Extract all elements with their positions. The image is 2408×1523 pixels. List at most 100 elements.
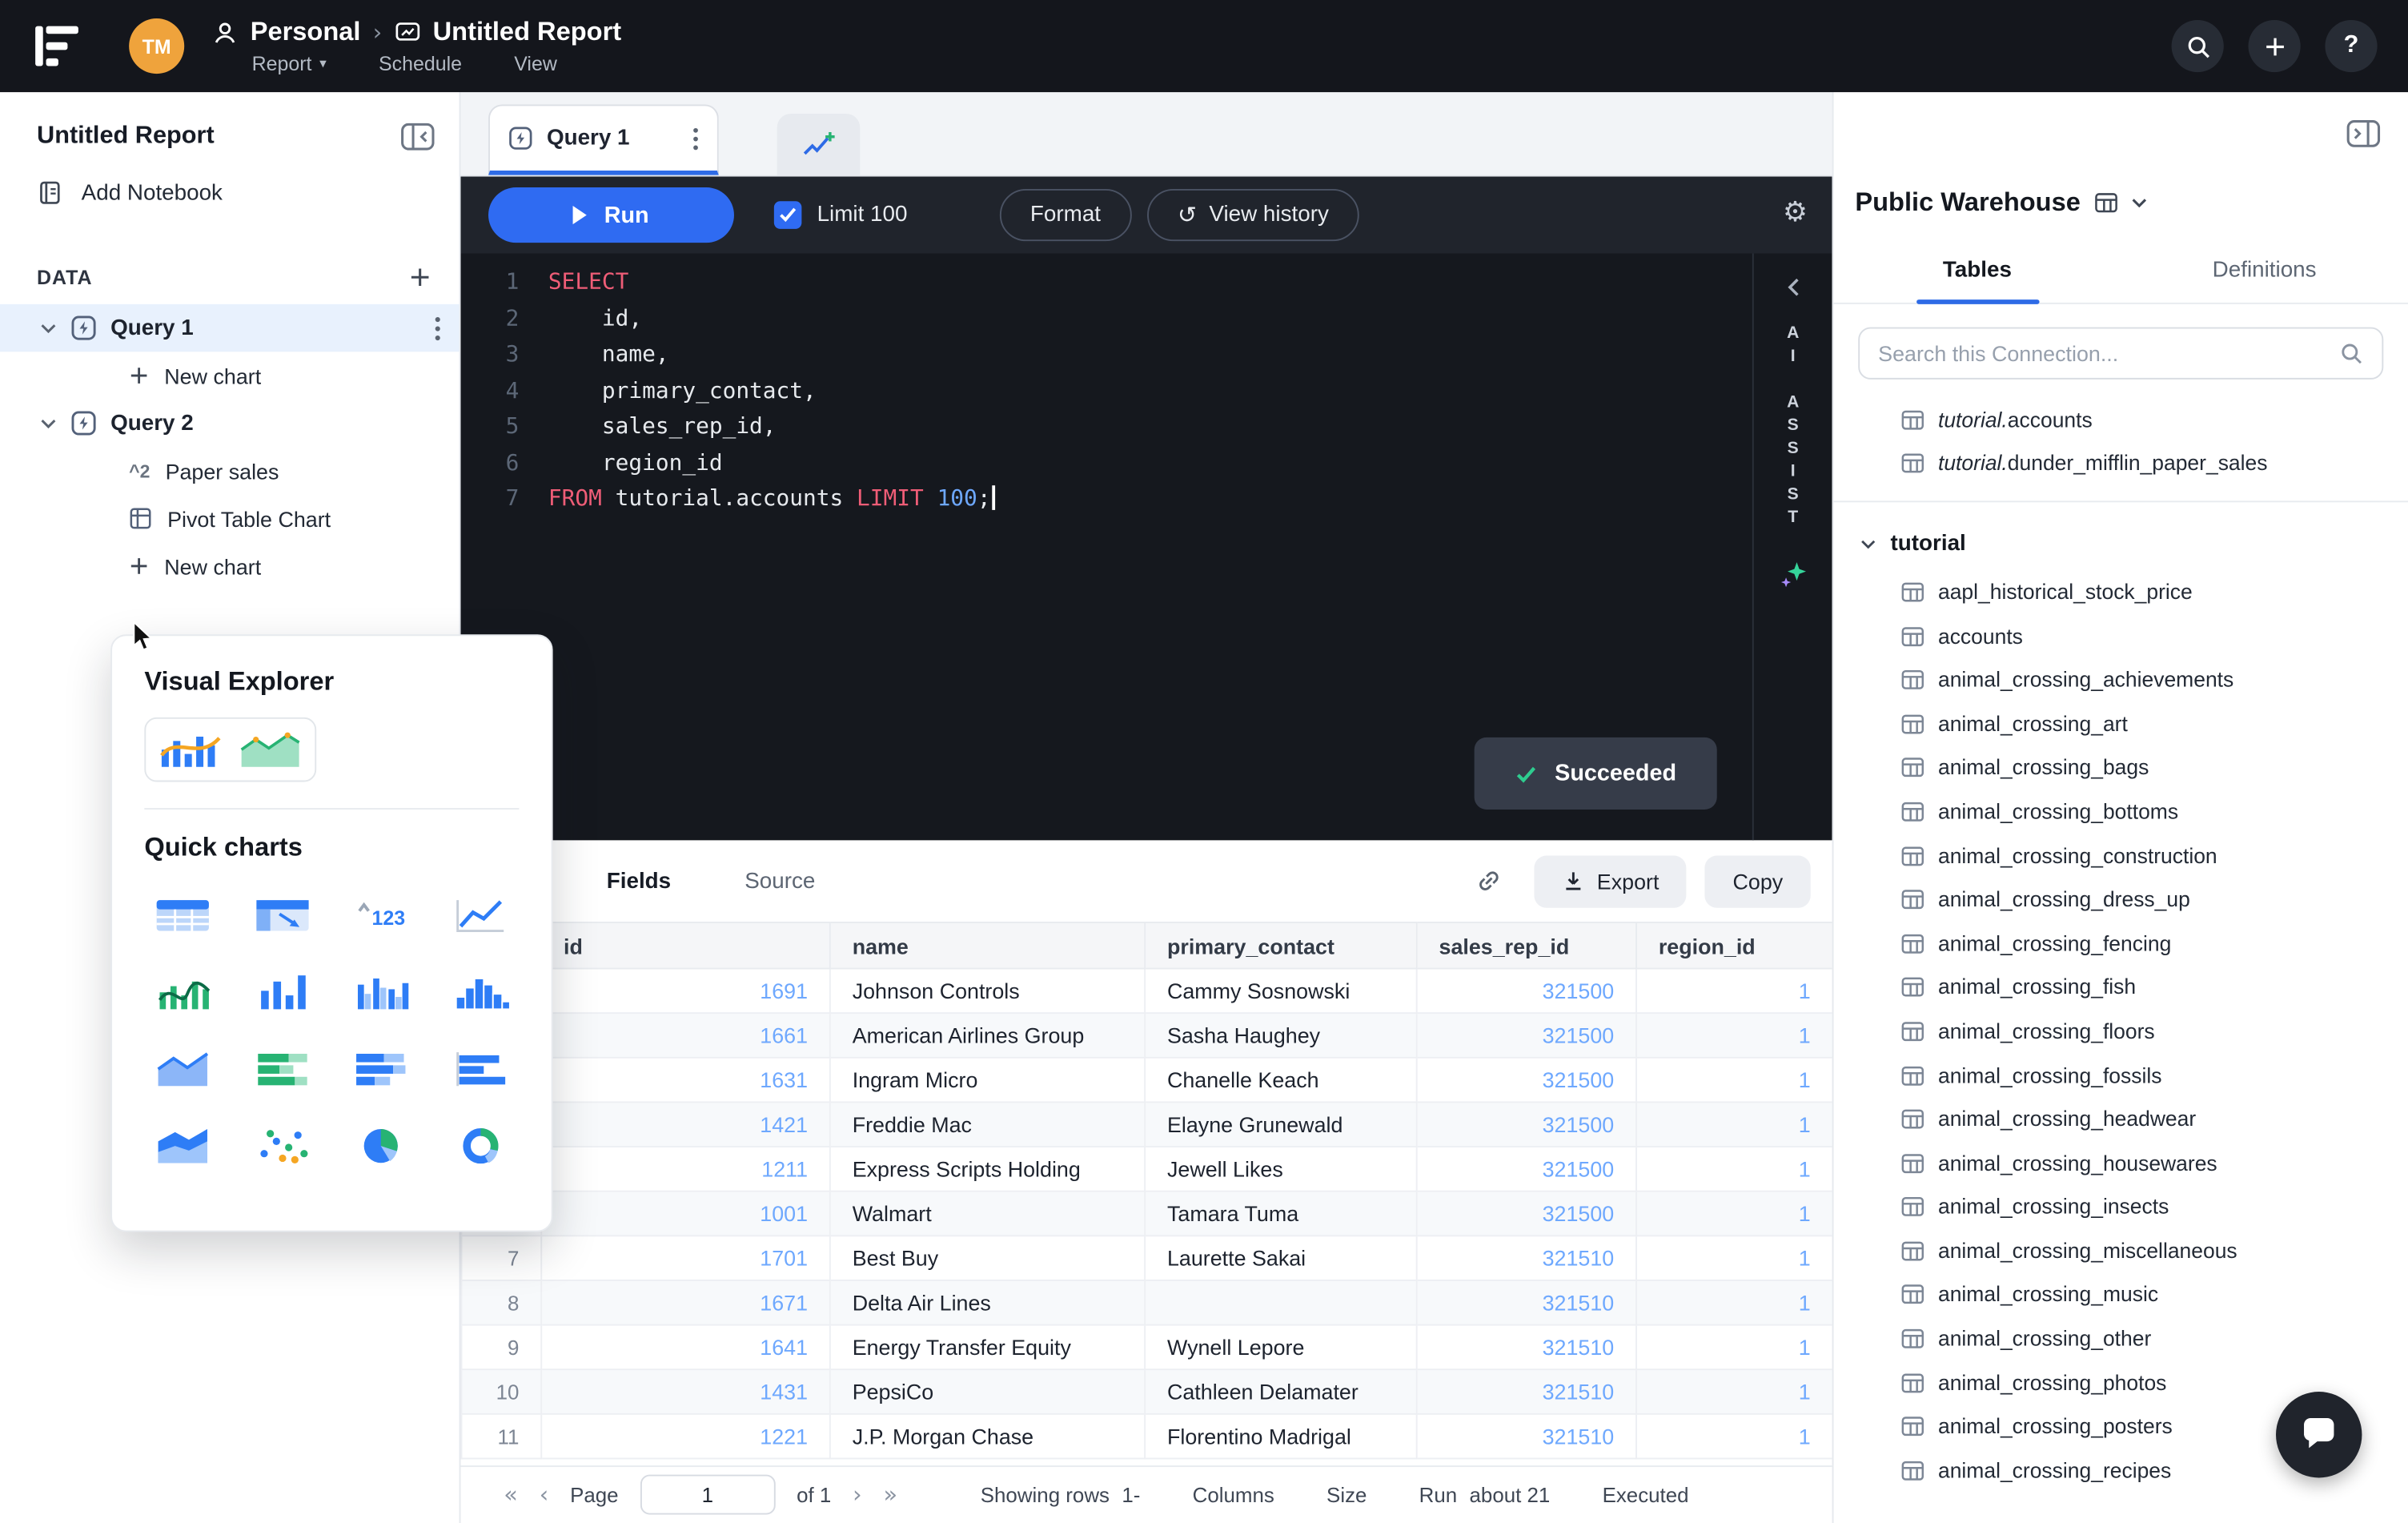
new-chart-tab-button[interactable] xyxy=(777,113,861,175)
sidebar-item-query-1[interactable]: Query 1 xyxy=(0,303,460,352)
page-input[interactable] xyxy=(640,1474,776,1515)
histogram-icon[interactable] xyxy=(442,960,520,1023)
tab-fields[interactable]: Fields xyxy=(607,869,671,894)
schedule-menu[interactable]: Schedule xyxy=(379,52,462,75)
format-button[interactable]: Format xyxy=(999,188,1132,242)
column-header-id[interactable]: id xyxy=(540,922,831,970)
schema-group-tutorial[interactable]: tutorial xyxy=(1834,518,2408,570)
schema-table-item[interactable]: animal_crossing_headwear xyxy=(1834,1097,2408,1141)
schema-table-item[interactable]: animal_crossing_art xyxy=(1834,702,2408,746)
schema-table-item[interactable]: animal_crossing_achievements xyxy=(1834,658,2408,702)
view-history-button[interactable]: ↺ View history xyxy=(1146,188,1360,242)
table-row[interactable]: 8 1671 Delta Air Lines 321510 1 xyxy=(460,1279,1832,1326)
breadcrumb-report-title[interactable]: Untitled Report xyxy=(433,17,622,47)
first-page-button[interactable]: « xyxy=(504,1481,518,1509)
visual-explorer-button[interactable] xyxy=(144,717,317,782)
schema-table-item[interactable]: animal_crossing_fossils xyxy=(1834,1053,2408,1097)
table-row[interactable]: 1 1691Johnson ControlsCammy Sosnowski3215… xyxy=(460,967,1832,1015)
tab-definitions[interactable]: Definitions xyxy=(2121,258,2408,303)
schema-table-item[interactable]: animal_crossing_construction xyxy=(1834,834,2408,878)
combo-chart-icon[interactable] xyxy=(144,960,222,1023)
chevron-down-icon[interactable] xyxy=(40,417,57,429)
kebab-menu-icon[interactable] xyxy=(435,315,441,340)
collapse-sidebar-icon[interactable] xyxy=(401,123,435,151)
tab-tables[interactable]: Tables xyxy=(1834,258,2121,303)
schema-table-item[interactable]: animal_crossing_floors xyxy=(1834,1010,2408,1054)
tab-query-1[interactable]: Query 1 xyxy=(488,104,719,175)
schema-search-input[interactable] xyxy=(1878,340,2327,366)
pie-chart-icon[interactable] xyxy=(343,1114,420,1177)
schema-table-item[interactable]: animal_crossing_dress_up xyxy=(1834,878,2408,922)
schema-table-item[interactable]: animal_crossing_other xyxy=(1834,1317,2408,1361)
schema-table-item[interactable]: animal_crossing_fencing xyxy=(1834,922,2408,966)
user-avatar[interactable]: TM xyxy=(129,18,185,74)
line-chart-icon[interactable] xyxy=(442,883,520,946)
bar-chart-icon[interactable] xyxy=(243,960,321,1023)
chevron-left-icon[interactable] xyxy=(1787,278,1799,296)
donut-chart-icon[interactable] xyxy=(442,1114,520,1177)
connection-selector[interactable]: Public Warehouse xyxy=(1855,187,2408,218)
copy-button[interactable]: Copy xyxy=(1704,854,1811,907)
collapse-schema-panel-icon[interactable] xyxy=(2346,120,2381,148)
report-menu[interactable]: Report ▾ xyxy=(252,52,327,75)
column-header-region_id[interactable]: region_id xyxy=(1635,922,1832,970)
table-row[interactable]: 7 1701 Best Buy Laurette Sakai 321510 1 xyxy=(460,1235,1832,1281)
breadcrumb-workspace[interactable]: Personal xyxy=(251,17,361,47)
recent-table-item[interactable]: tutorial.dunder_mifflin_paper_sales xyxy=(1834,442,2408,486)
ai-sparkle-icon[interactable] xyxy=(1778,559,1808,589)
schema-table-item[interactable]: aapl_historical_stock_price xyxy=(1834,570,2408,614)
settings-gear-icon[interactable]: ⚙ xyxy=(1783,197,1808,229)
schema-table-item[interactable]: animal_crossing_fish xyxy=(1834,966,2408,1010)
tab-source[interactable]: Source xyxy=(744,869,815,894)
run-button[interactable]: Run xyxy=(488,187,734,243)
scatter-plot-icon[interactable] xyxy=(243,1114,321,1177)
prev-page-button[interactable]: ‹ xyxy=(540,1481,549,1509)
area-chart-icon[interactable] xyxy=(144,1037,222,1100)
schema-table-item[interactable]: animal_crossing_music xyxy=(1834,1273,2408,1317)
app-logo[interactable] xyxy=(30,20,86,72)
next-page-button[interactable]: › xyxy=(853,1481,862,1509)
table-row[interactable]: 10 1431 PepsiCo Cathleen Delamater 321510 1 xyxy=(460,1368,1832,1415)
help-chat-button[interactable] xyxy=(2276,1392,2362,1478)
table-row[interactable]: 9 1641 Energy Transfer Equity Wynell Lepore… xyxy=(460,1324,1832,1371)
stacked-bar-horizontal-green-icon[interactable] xyxy=(243,1037,321,1100)
new-chart-button-query-2[interactable]: New chart xyxy=(0,542,460,589)
tab-menu-icon[interactable] xyxy=(692,127,699,150)
table-row[interactable]: 31631Ingram MicroChanelle Keach3215001 xyxy=(460,1056,1832,1103)
search-button[interactable] xyxy=(2171,19,2224,73)
chevron-down-icon[interactable] xyxy=(40,322,57,334)
view-menu[interactable]: View xyxy=(514,52,557,75)
column-header-primary_contact[interactable]: primary_contact xyxy=(1144,922,1418,970)
stacked-bar-horizontal-blue-icon[interactable] xyxy=(343,1037,420,1100)
add-query-button[interactable] xyxy=(408,266,431,289)
table-row[interactable]: 11 1221 J.P. Morgan Chase Florentino Madrig… xyxy=(460,1412,1832,1460)
sidebar-item-pivot-table-chart[interactable]: Pivot Table Chart xyxy=(0,495,460,542)
export-button[interactable]: Export xyxy=(1534,854,1687,907)
schema-table-item[interactable]: animal_crossing_bags xyxy=(1834,745,2408,790)
table-row[interactable]: 41421Freddie MacElayne Grunewald3215001 xyxy=(460,1101,1832,1148)
table-row[interactable]: 51211Express Scripts HoldingJewell Likes… xyxy=(460,1146,1832,1192)
help-button[interactable]: ? xyxy=(2325,19,2378,73)
column-chart-icon[interactable] xyxy=(343,960,420,1023)
ai-assist-strip[interactable]: AI ASSIST xyxy=(1752,253,1832,841)
add-notebook-button[interactable]: Add Notebook xyxy=(0,163,460,223)
stacked-area-chart-icon[interactable] xyxy=(144,1114,222,1177)
last-page-button[interactable]: » xyxy=(884,1481,898,1509)
schema-table-item[interactable]: animal_crossing_housewares xyxy=(1834,1141,2408,1185)
limit-label[interactable]: Limit 100 xyxy=(817,203,908,227)
pivot-table-icon[interactable] xyxy=(243,883,321,946)
bar-horizontal-icon[interactable] xyxy=(442,1037,520,1100)
table-icon[interactable] xyxy=(144,883,222,946)
limit-checkbox[interactable] xyxy=(773,201,802,229)
new-chart-button-query-1[interactable]: New chart xyxy=(0,352,460,399)
schema-table-item[interactable]: animal_crossing_miscellaneous xyxy=(1834,1229,2408,1273)
table-row[interactable]: 21661American Airlines GroupSasha Haughe… xyxy=(460,1012,1832,1059)
sidebar-item-query-2[interactable]: Query 2 xyxy=(0,400,460,447)
recent-table-item[interactable]: tutorial.accounts xyxy=(1834,398,2408,442)
column-header-name[interactable]: name xyxy=(829,922,1146,970)
table-row[interactable]: 61001WalmartTamara Tuma3215001 xyxy=(460,1190,1832,1237)
schema-table-item[interactable]: accounts xyxy=(1834,614,2408,658)
big-number-icon[interactable]: 123 xyxy=(343,883,420,946)
column-header-sales_rep_id[interactable]: sales_rep_id xyxy=(1415,922,1637,970)
schema-table-item[interactable]: animal_crossing_bottoms xyxy=(1834,790,2408,834)
